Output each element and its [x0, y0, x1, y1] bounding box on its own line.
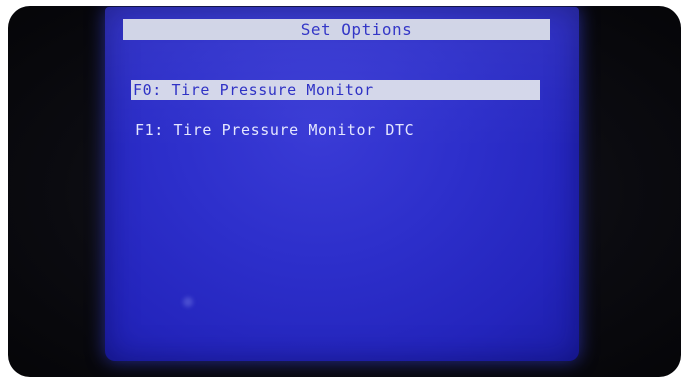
menu-item-f0[interactable]: F0: Tire Pressure Monitor — [131, 80, 540, 100]
screen-glare — [105, 7, 579, 361]
menu-item-f0-label: F0: Tire Pressure Monitor — [133, 81, 374, 99]
menu-item-f1-label: F1: Tire Pressure Monitor DTC — [135, 121, 415, 139]
screen-title: Set Options — [300, 20, 413, 39]
screen-smudge — [183, 297, 193, 307]
device-screen: Set Options F0: Tire Pressure Monitor F1… — [105, 7, 579, 361]
photo-frame: Set Options F0: Tire Pressure Monitor F1… — [0, 0, 689, 383]
title-bar: Set Options — [123, 19, 550, 40]
menu-item-f1[interactable]: F1: Tire Pressure Monitor DTC — [133, 120, 414, 140]
device-bezel: Set Options F0: Tire Pressure Monitor F1… — [8, 6, 681, 377]
